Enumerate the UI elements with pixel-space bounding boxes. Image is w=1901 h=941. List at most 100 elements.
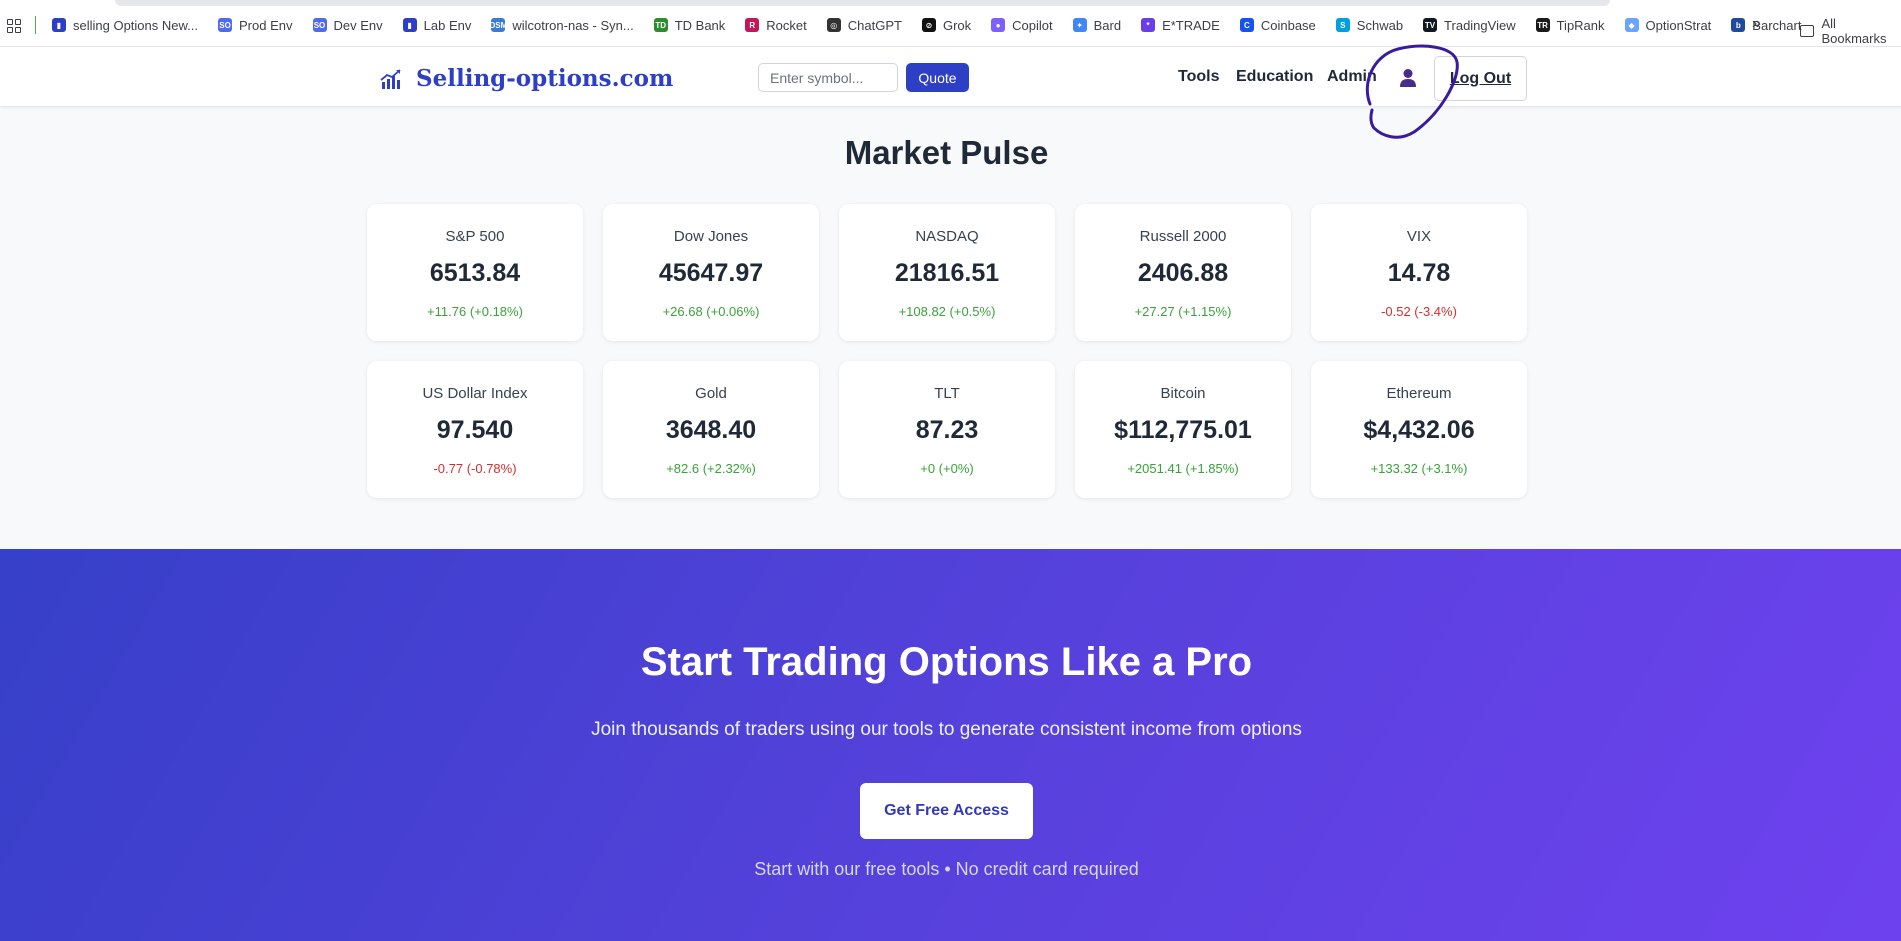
nav-link-admin[interactable]: Admin bbox=[1327, 68, 1377, 86]
bookmark-label: selling Options New... bbox=[73, 17, 199, 33]
user-profile-button[interactable] bbox=[1394, 63, 1422, 93]
rocket-icon: R bbox=[745, 18, 760, 32]
all-bookmarks-button[interactable]: All Bookmarks bbox=[1800, 16, 1901, 46]
nav-link-education[interactable]: Education bbox=[1236, 68, 1313, 86]
market-card-change: +26.68 (+0.06%) bbox=[662, 304, 760, 319]
market-card-name: Gold bbox=[695, 385, 727, 402]
bookmark-item[interactable]: TV TradingView bbox=[1423, 18, 1516, 33]
bookmark-label: TD Bank bbox=[674, 17, 726, 33]
bookmark-item[interactable]: R Rocket bbox=[745, 18, 807, 33]
bookmark-item[interactable]: TD TD Bank bbox=[653, 17, 726, 33]
site-logo[interactable]: Selling-options.com bbox=[380, 65, 673, 92]
bookmark-label: Lab Env bbox=[423, 17, 472, 33]
market-card-name: Bitcoin bbox=[1160, 385, 1206, 402]
bookmark-label: E*TRADE bbox=[1162, 17, 1220, 33]
bookmark-item[interactable]: * E*TRADE bbox=[1141, 18, 1220, 33]
chart-icon: ▮ bbox=[52, 18, 66, 32]
market-card-price: 3648.40 bbox=[665, 416, 757, 444]
market-card-name: Russell 2000 bbox=[1139, 228, 1227, 245]
market-card-change: +2051.41 (+1.85%) bbox=[1127, 461, 1239, 476]
cta-title: Start Trading Options Like a Pro bbox=[640, 640, 1253, 684]
market-card-name: Ethereum bbox=[1386, 385, 1452, 402]
market-card-change: +11.76 (+0.18%) bbox=[427, 304, 523, 319]
bookmark-item[interactable]: ▮ selling Options New... bbox=[52, 18, 198, 33]
bookmark-label: OptionStrat bbox=[1645, 17, 1712, 33]
bookmark-item[interactable]: ▮ Lab Env bbox=[402, 17, 472, 33]
market-card-change: +82.6 (+2.32%) bbox=[666, 461, 756, 476]
bookmark-item[interactable]: ⊘ Grok bbox=[921, 17, 972, 33]
bookmark-item[interactable]: C Coinbase bbox=[1239, 18, 1316, 33]
market-card: Dow Jones 45647.97 +26.68 (+0.06%) bbox=[603, 204, 819, 341]
market-card: Bitcoin $112,775.01 +2051.41 (+1.85%) bbox=[1075, 361, 1291, 498]
bookmark-item[interactable]: TR TipRank bbox=[1535, 17, 1605, 33]
bookmark-label: ChatGPT bbox=[847, 17, 902, 33]
market-card-change: -0.77 (-0.78%) bbox=[433, 461, 517, 476]
market-card: VIX 14.78 -0.52 (-3.4%) bbox=[1311, 204, 1527, 341]
bookmark-label: Grok bbox=[942, 17, 972, 33]
market-card-price: 14.78 bbox=[1387, 259, 1451, 287]
market-card-price: 6513.84 bbox=[429, 259, 521, 287]
market-card-price: 2406.88 bbox=[1137, 259, 1229, 287]
user-icon bbox=[1400, 69, 1416, 87]
tab-strip-edge bbox=[115, 0, 1610, 6]
schwab-icon: S bbox=[1335, 18, 1350, 32]
cta-subtitle: Join thousands of traders using our tool… bbox=[591, 719, 1302, 740]
cta-section: Start Trading Options Like a Pro Join th… bbox=[0, 549, 1901, 941]
optionstrat-icon: ◆ bbox=[1624, 18, 1639, 32]
market-card-name: TLT bbox=[934, 385, 960, 402]
all-bookmarks-label: All Bookmarks bbox=[1821, 16, 1887, 46]
market-card-price: 21816.51 bbox=[894, 259, 1000, 287]
get-free-access-button[interactable]: Get Free Access bbox=[860, 783, 1033, 839]
bookmark-item[interactable]: S Schwab bbox=[1335, 17, 1404, 33]
symbol-search-input[interactable] bbox=[758, 63, 898, 92]
market-card-change: -0.52 (-3.4%) bbox=[1381, 304, 1457, 319]
market-card-price: 97.540 bbox=[436, 416, 514, 444]
chart-logo-icon bbox=[380, 68, 401, 89]
bookmark-item[interactable]: b Barchart bbox=[1731, 18, 1801, 33]
bookmark-label: TradingView bbox=[1444, 17, 1516, 33]
logo-text: Selling-options.com bbox=[416, 65, 674, 92]
market-card: US Dollar Index 97.540 -0.77 (-0.78%) bbox=[367, 361, 583, 498]
quote-button[interactable]: Quote bbox=[906, 63, 969, 92]
market-card-change: +0 (+0%) bbox=[920, 461, 974, 476]
bookmark-item[interactable]: ✦ Bard bbox=[1072, 17, 1122, 33]
bookmarks-bar: ▮ selling Options New... SO Prod Env SO Dev E… bbox=[0, 0, 1901, 47]
td-icon: TD bbox=[653, 18, 668, 32]
market-card: Ethereum $4,432.06 +133.32 (+3.1%) bbox=[1311, 361, 1527, 498]
bookmark-label: TipRank bbox=[1556, 17, 1605, 33]
market-card: S&P 500 6513.84 +11.76 (+0.18%) bbox=[367, 204, 583, 341]
market-card-change: +133.32 (+3.1%) bbox=[1370, 461, 1468, 476]
tradingview-icon: TV bbox=[1423, 18, 1438, 32]
bookmark-label: Dev Env bbox=[333, 17, 383, 33]
bookmark-item[interactable]: ● Copilot bbox=[991, 17, 1053, 33]
coinbase-icon: C bbox=[1239, 18, 1254, 32]
bookmark-label: Copilot bbox=[1012, 17, 1053, 33]
bookmark-item[interactable]: ◎ ChatGPT bbox=[826, 17, 902, 33]
market-pulse-title: Market Pulse bbox=[844, 134, 1049, 171]
bookmark-label: Prod Env bbox=[239, 17, 293, 33]
bookmark-label: Bard bbox=[1093, 17, 1122, 33]
bookmark-item[interactable]: ◆ OptionStrat bbox=[1624, 17, 1712, 33]
bookmark-item[interactable]: SO Dev Env bbox=[312, 17, 383, 33]
bookmarks-separator bbox=[35, 16, 36, 34]
bookmark-item[interactable]: SO Prod Env bbox=[218, 17, 293, 33]
more-bookmarks-button[interactable]: » bbox=[1752, 15, 1761, 33]
market-card-name: S&P 500 bbox=[445, 228, 505, 245]
bookmark-label: wilcotron-nas - Syn... bbox=[512, 17, 634, 33]
so-icon: SO bbox=[312, 18, 327, 32]
market-card-price: $4,432.06 bbox=[1363, 416, 1475, 444]
so-icon: SO bbox=[218, 18, 233, 32]
tipranks-icon: TR bbox=[1535, 18, 1550, 32]
nav-link-tools[interactable]: Tools bbox=[1178, 68, 1219, 86]
bookmark-item[interactable]: DSM wilcotron-nas - Syn... bbox=[489, 17, 634, 33]
bookmark-label: Schwab bbox=[1356, 17, 1404, 33]
bookmarks-list: ▮ selling Options New... SO Prod Env SO Dev E… bbox=[52, 16, 1801, 34]
logout-button[interactable]: Log Out bbox=[1434, 56, 1527, 101]
barchart-icon: b bbox=[1731, 18, 1746, 32]
apps-grid-icon[interactable] bbox=[7, 19, 21, 33]
chart-icon: ▮ bbox=[402, 18, 417, 32]
etrade-icon: * bbox=[1141, 18, 1156, 32]
market-card-name: VIX bbox=[1406, 228, 1432, 245]
site-header: Selling-options.com Quote Tools Educatio… bbox=[0, 47, 1901, 107]
market-card-price: 45647.97 bbox=[658, 259, 764, 287]
